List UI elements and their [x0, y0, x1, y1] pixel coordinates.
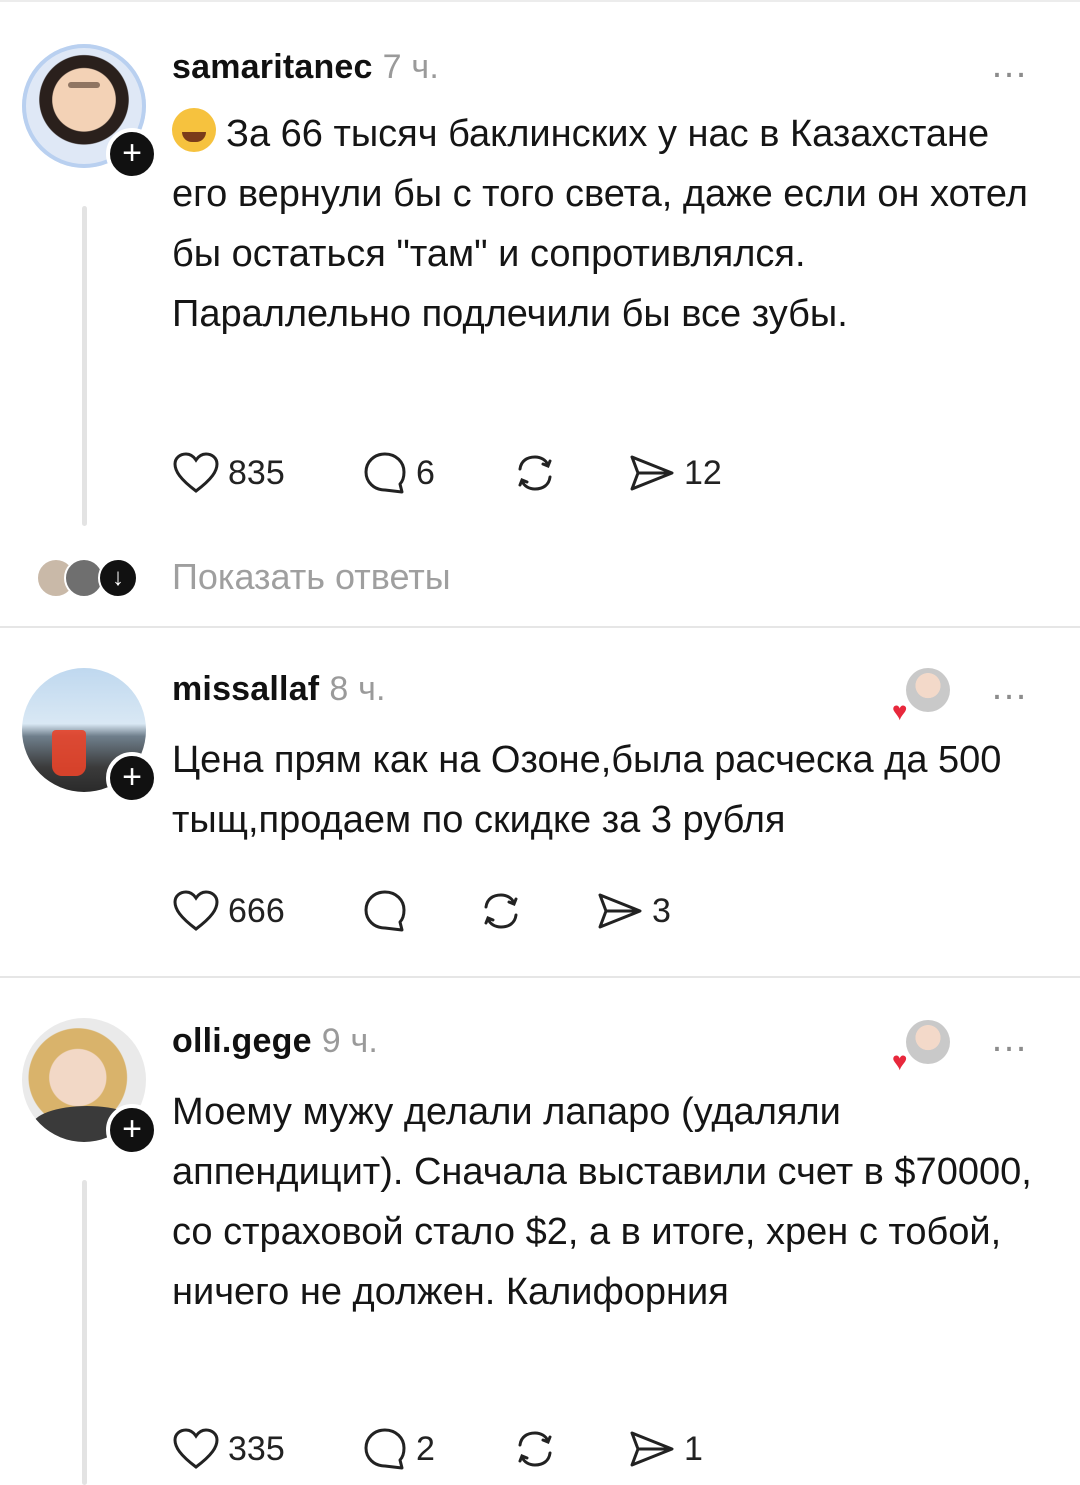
heart-icon — [172, 451, 220, 495]
post-text: Моему мужу делали лапаро (удаляли аппенд… — [172, 1091, 1032, 1313]
share-button[interactable]: 1 — [628, 1424, 703, 1474]
share-count: 12 — [684, 453, 722, 492]
comment-icon — [362, 1426, 408, 1472]
post-text: Цена прям как на Озоне,была расческа да … — [172, 739, 1002, 841]
comment-button[interactable]: 6 — [362, 448, 435, 498]
author-heart-icon: ♥ — [892, 1046, 908, 1076]
comment-icon — [362, 888, 408, 934]
comment-button[interactable]: 2 — [362, 1424, 435, 1474]
heart-icon — [172, 889, 220, 933]
more-options-icon[interactable]: … — [990, 44, 1029, 87]
username-text[interactable]: samaritanec — [172, 48, 373, 86]
post-samaritanec: + samaritanec 7 ч. … За 66 тысяч баклинск… — [0, 0, 1080, 625]
comment-count: 6 — [416, 453, 435, 492]
like-count: 666 — [228, 891, 285, 930]
like-button[interactable]: 335 — [172, 1424, 285, 1474]
comment-count: 2 — [416, 1429, 435, 1468]
username[interactable]: missallaf 8 ч. — [172, 670, 386, 709]
post-text-body: За 66 тысяч баклинских у нас в Казахстан… — [172, 113, 1028, 335]
repost-icon — [512, 451, 558, 495]
comment-icon — [362, 450, 408, 496]
like-count: 835 — [228, 453, 285, 492]
repost-button[interactable] — [512, 1424, 566, 1474]
post-olli-gege: + olli.gege 9 ч. ♥ … Моему мужу делали ла… — [0, 978, 1080, 1485]
share-button[interactable]: 12 — [628, 448, 722, 498]
expand-replies-icon[interactable]: ↓ — [98, 558, 138, 598]
post-time: 8 ч. — [329, 670, 386, 708]
repost-button[interactable] — [478, 886, 532, 936]
post-text: За 66 тысяч баклинских у нас в Казахстан… — [172, 104, 1052, 344]
rofl-emoji-icon — [172, 108, 216, 152]
repost-icon — [512, 1427, 558, 1471]
heart-icon — [172, 1427, 220, 1471]
post-missallaf: + missallaf 8 ч. ♥ … Цена прям как на Озо… — [0, 628, 1080, 976]
post-time: 9 ч. — [321, 1022, 379, 1060]
share-button[interactable]: 3 — [596, 886, 671, 936]
share-count: 1 — [684, 1429, 703, 1468]
like-count: 335 — [228, 1429, 285, 1468]
more-options-icon[interactable]: … — [990, 1018, 1029, 1061]
follow-button[interactable]: + — [106, 1104, 158, 1156]
thread-line — [82, 1180, 87, 1485]
send-icon — [596, 889, 644, 933]
username[interactable]: samaritanec 7 ч. — [172, 48, 439, 87]
like-button[interactable]: 666 — [172, 886, 285, 936]
username[interactable]: olli.gege 9 ч. — [172, 1022, 378, 1061]
like-button[interactable]: 835 — [172, 448, 285, 498]
username-text[interactable]: missallaf — [172, 670, 319, 708]
post-time: 7 ч. — [382, 48, 439, 86]
repost-icon — [478, 889, 524, 933]
avatar-face — [68, 82, 100, 88]
avatar-drink — [52, 730, 86, 776]
show-replies-link[interactable]: Показать ответы — [172, 556, 451, 598]
send-icon — [628, 451, 676, 495]
more-options-icon[interactable]: … — [990, 666, 1029, 709]
follow-button[interactable]: + — [106, 752, 158, 804]
comment-button[interactable] — [362, 886, 416, 936]
reply-avatars[interactable]: ↓ — [36, 556, 138, 598]
thread-line — [82, 206, 87, 526]
share-count: 3 — [652, 891, 671, 930]
username-text[interactable]: olli.gege — [172, 1022, 312, 1060]
follow-button[interactable]: + — [106, 128, 158, 180]
author-heart-icon: ♥ — [892, 696, 908, 726]
repost-button[interactable] — [512, 448, 566, 498]
send-icon — [628, 1427, 676, 1471]
